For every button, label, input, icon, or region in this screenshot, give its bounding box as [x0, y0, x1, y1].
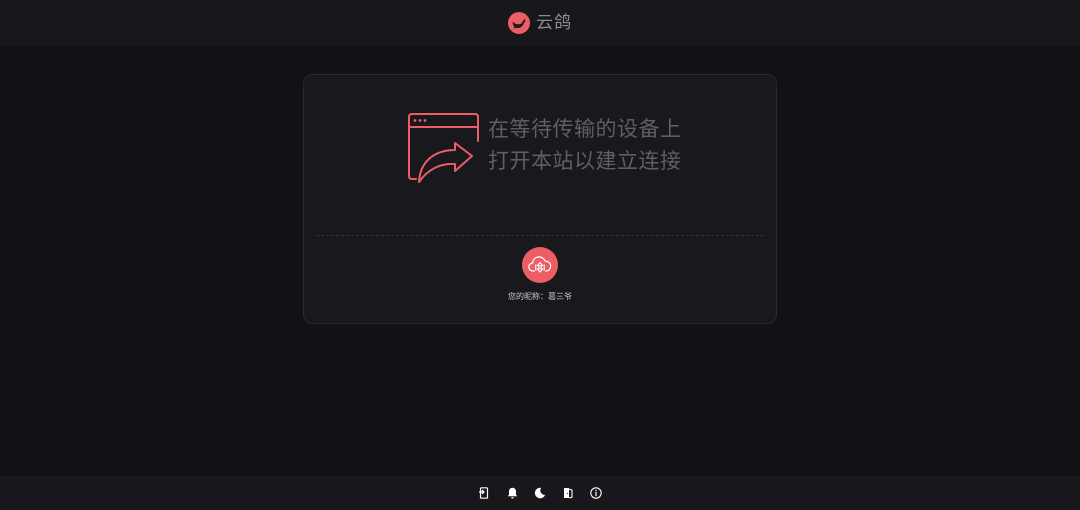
hint-line-1: 在等待传输的设备上: [488, 117, 682, 141]
brand[interactable]: 云鸽: [508, 12, 572, 34]
info-icon: [590, 487, 602, 499]
bell-icon: [507, 487, 517, 499]
bottom-toolbar: [0, 476, 1080, 510]
nickname-label: 您的昵称：葛三爷: [508, 292, 572, 301]
connect-hint: 在等待传输的设备上 打开本站以建立连接: [488, 113, 682, 177]
browser-share-arrow-icon: [408, 113, 479, 183]
top-header: 云鸽: [0, 0, 1080, 46]
device-button[interactable]: [478, 487, 490, 499]
notifications-button[interactable]: [506, 487, 518, 499]
cloud-device-icon: [528, 256, 552, 273]
pigeon-logo-icon: [508, 12, 530, 34]
self-device-avatar[interactable]: [522, 247, 558, 283]
about-button[interactable]: [590, 487, 602, 499]
moon-icon: [534, 487, 546, 499]
app-title: 云鸽: [536, 13, 572, 33]
app-root: 云鸽 在等待传输的设备上 打开本站以建立连接 您的昵称：葛三爷: [0, 0, 1080, 510]
dashed-divider: [316, 235, 764, 236]
room-button[interactable]: [562, 487, 574, 499]
theme-toggle-button[interactable]: [534, 487, 546, 499]
hint-line-2: 打开本站以建立连接: [488, 149, 682, 173]
door-icon: [564, 488, 573, 499]
device-icon: [479, 487, 489, 499]
connect-card: 在等待传输的设备上 打开本站以建立连接 您的昵称：葛三爷: [303, 74, 777, 324]
